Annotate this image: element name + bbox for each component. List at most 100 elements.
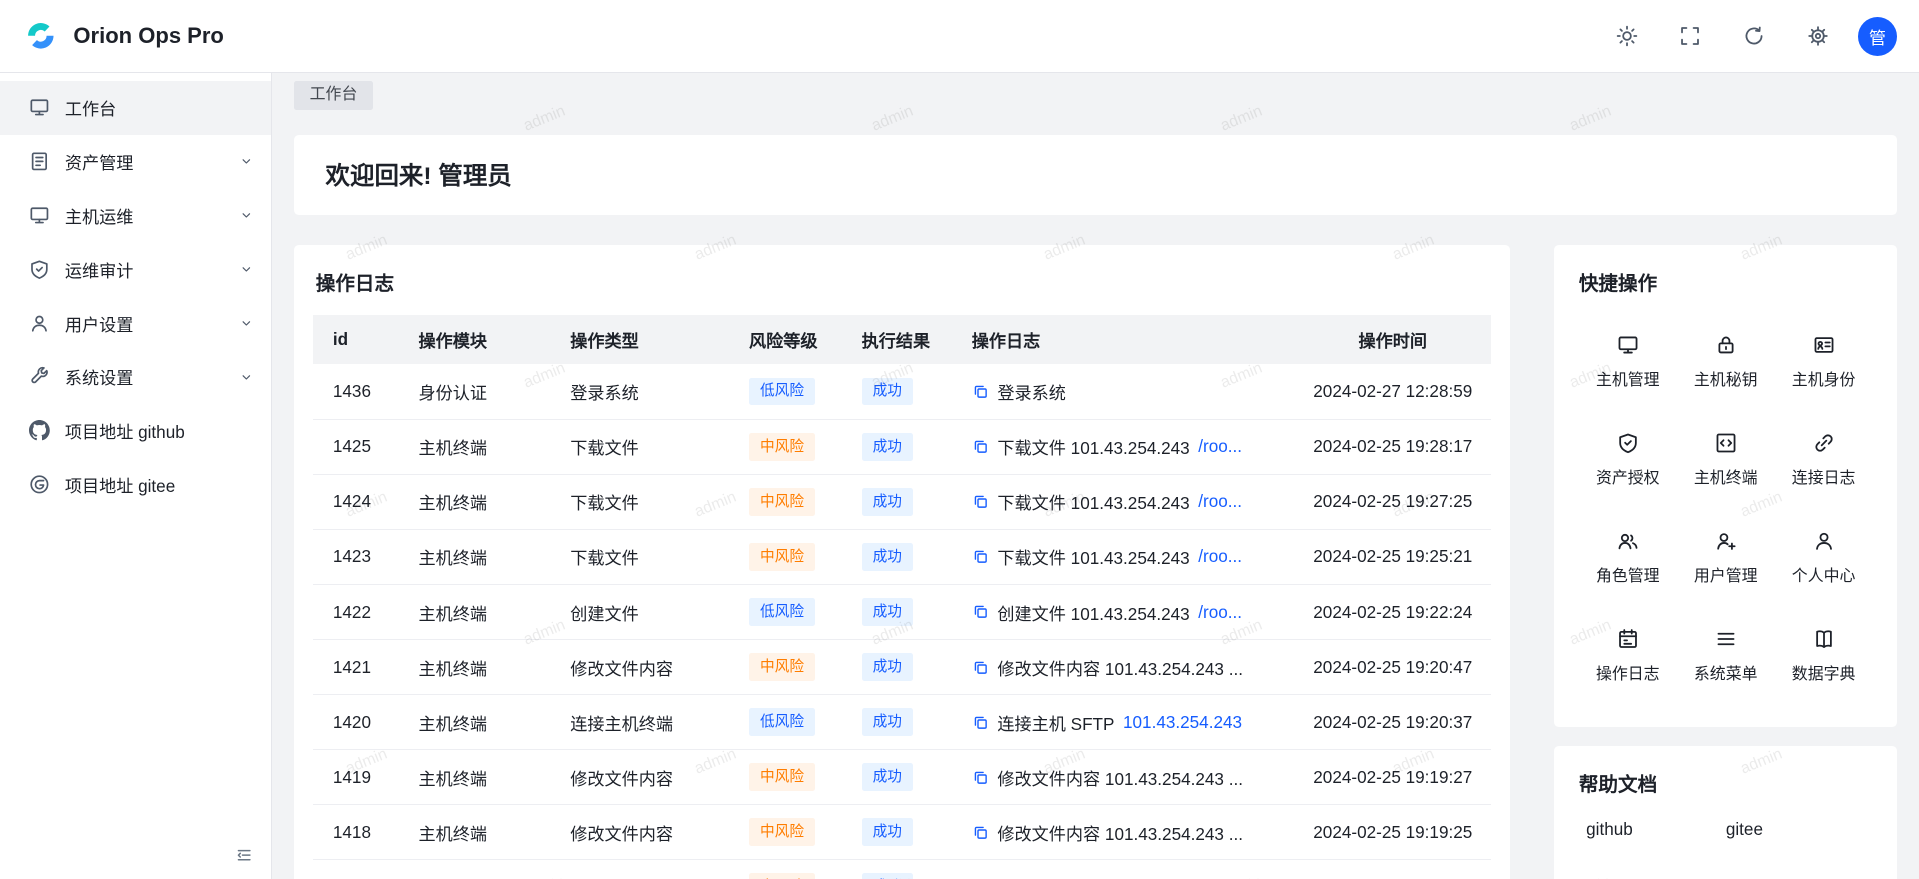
quick-action-data-dict[interactable]: 数据字典 bbox=[1775, 607, 1873, 705]
quick-action-host-identity[interactable]: 主机身份 bbox=[1775, 313, 1873, 411]
quick-action-connect-log[interactable]: 连接日志 bbox=[1775, 411, 1873, 509]
sidebar-item-system-settings[interactable]: 系统设置 bbox=[0, 350, 271, 404]
collapse-sidebar-button[interactable] bbox=[235, 846, 253, 864]
refresh-button[interactable] bbox=[1743, 25, 1765, 47]
log-link[interactable]: /roo... bbox=[1198, 602, 1242, 623]
cell-module: 主机终端 bbox=[399, 640, 551, 695]
cell-risk: 中风险 bbox=[729, 474, 842, 529]
column-header: 操作时间 bbox=[1295, 315, 1491, 364]
risk-badge: 中风险 bbox=[749, 433, 815, 461]
log-link[interactable]: /roo... bbox=[1198, 491, 1242, 512]
quick-action-role-manage[interactable]: 角色管理 bbox=[1579, 509, 1677, 607]
sidebar-item-host-ops[interactable]: 主机运维 bbox=[0, 188, 271, 242]
welcome-title: 欢迎回来! 管理员 bbox=[326, 157, 512, 192]
copy-icon[interactable] bbox=[972, 438, 989, 455]
cell-result: 成功 bbox=[842, 640, 952, 695]
sidebar-item-gitee[interactable]: 项目地址 gitee bbox=[0, 458, 271, 512]
cell-result: 成功 bbox=[842, 419, 952, 474]
app-title: Orion Ops Pro bbox=[73, 23, 223, 49]
fullscreen-button[interactable] bbox=[1679, 25, 1701, 47]
cell-risk: 中风险 bbox=[729, 860, 842, 879]
copy-icon[interactable] bbox=[972, 769, 989, 786]
copy-icon[interactable] bbox=[972, 714, 989, 731]
cell-log: 创建文件 101.43.254.243 /roo... bbox=[952, 585, 1295, 640]
quick-action-operation-log[interactable]: 操作日志 bbox=[1579, 607, 1677, 705]
result-badge: 成功 bbox=[862, 433, 913, 461]
cell-id: 1419 bbox=[313, 750, 399, 805]
cell-id: 1420 bbox=[313, 695, 399, 750]
quick-action-label: 个人中心 bbox=[1792, 563, 1856, 586]
tab-workbench[interactable]: 工作台 bbox=[294, 81, 374, 109]
copy-icon[interactable] bbox=[972, 383, 989, 400]
log-link[interactable]: /roo... bbox=[1198, 546, 1242, 567]
cell-time: 2024-02-25 19:25:21 bbox=[1295, 529, 1491, 584]
cell-log: 下载文件 101.43.254.243 /roo... bbox=[952, 529, 1295, 584]
sidebar-item-asset-management[interactable]: 资产管理 bbox=[0, 135, 271, 189]
cell-module: 身份认证 bbox=[399, 364, 551, 419]
header-action-group bbox=[1616, 25, 1829, 47]
cell-log: 修改文件内容 101.43.254.243 ... bbox=[952, 640, 1295, 695]
gear-icon bbox=[1807, 25, 1829, 47]
cell-risk: 低风险 bbox=[729, 364, 842, 419]
user-avatar[interactable]: 管 bbox=[1858, 17, 1897, 56]
sidebar-item-label: 项目地址 gitee bbox=[65, 472, 254, 497]
quick-action-host-manage[interactable]: 主机管理 bbox=[1579, 313, 1677, 411]
calendar-icon bbox=[1617, 628, 1639, 650]
cell-risk: 中风险 bbox=[729, 419, 842, 474]
copy-icon[interactable] bbox=[972, 824, 989, 841]
log-link[interactable]: 101.43.254.243 bbox=[1123, 712, 1242, 733]
quick-action-label: 用户管理 bbox=[1694, 563, 1758, 586]
sidebar-item-ops-audit[interactable]: 运维审计 bbox=[0, 242, 271, 296]
quick-action-personal-center[interactable]: 个人中心 bbox=[1775, 509, 1873, 607]
brand: Orion Ops Pro bbox=[20, 15, 224, 57]
sun-icon bbox=[1616, 25, 1638, 47]
cell-module: 主机终端 bbox=[399, 695, 551, 750]
table-row: 1422 主机终端 创建文件 低风险 成功 创建文件 101.43.254.24… bbox=[313, 585, 1490, 640]
risk-badge: 低风险 bbox=[749, 598, 815, 626]
log-text: 登录系统 bbox=[997, 379, 1066, 404]
cell-type: 下载文件 bbox=[551, 474, 730, 529]
copy-icon[interactable] bbox=[972, 659, 989, 676]
result-badge: 成功 bbox=[862, 873, 913, 878]
quick-action-host-terminal[interactable]: 主机终端 bbox=[1677, 411, 1775, 509]
main-row: 操作日志 id操作模块操作类型风险等级执行结果操作日志操作时间 1436 身份认… bbox=[272, 245, 1919, 879]
help-link-gitee[interactable]: gitee bbox=[1726, 819, 1763, 840]
sidebar-item-github[interactable]: 项目地址 github bbox=[0, 404, 271, 458]
risk-badge: 低风险 bbox=[749, 378, 815, 406]
chevron-down-icon bbox=[239, 208, 254, 223]
lock-icon bbox=[1715, 334, 1737, 356]
operation-log-card: 操作日志 id操作模块操作类型风险等级执行结果操作日志操作时间 1436 身份认… bbox=[294, 245, 1511, 879]
sidebar-item-label: 主机运维 bbox=[65, 203, 224, 228]
help-link-github[interactable]: github bbox=[1586, 819, 1633, 840]
table-row: 1420 主机终端 连接主机终端 低风险 成功 连接主机 SFTP 101.43… bbox=[313, 695, 1490, 750]
theme-toggle-button[interactable] bbox=[1616, 25, 1638, 47]
operation-log-table: id操作模块操作类型风险等级执行结果操作日志操作时间 1436 身份认证 登录系… bbox=[313, 315, 1490, 878]
column-header: id bbox=[313, 315, 399, 364]
cell-type: 修改文件内容 bbox=[551, 860, 730, 879]
column-header: 执行结果 bbox=[842, 315, 952, 364]
risk-badge: 中风险 bbox=[749, 543, 815, 571]
settings-button[interactable] bbox=[1807, 25, 1829, 47]
help-docs-title: 帮助文档 bbox=[1579, 768, 1873, 797]
user-icon bbox=[1813, 530, 1835, 552]
sidebar-item-workbench[interactable]: 工作台 bbox=[0, 81, 271, 135]
cell-risk: 低风险 bbox=[729, 695, 842, 750]
cell-time: 2024-02-25 19:20:47 bbox=[1295, 640, 1491, 695]
copy-icon[interactable] bbox=[972, 548, 989, 565]
quick-action-system-menu[interactable]: 系统菜单 bbox=[1677, 607, 1775, 705]
copy-icon[interactable] bbox=[972, 603, 989, 620]
sidebar-item-label: 工作台 bbox=[65, 95, 254, 120]
quick-action-asset-grant[interactable]: 资产授权 bbox=[1579, 411, 1677, 509]
cell-type: 下载文件 bbox=[551, 529, 730, 584]
quick-action-host-key[interactable]: 主机秘钥 bbox=[1677, 313, 1775, 411]
user-icon bbox=[29, 313, 50, 334]
copy-icon[interactable] bbox=[972, 493, 989, 510]
quick-action-user-manage[interactable]: 用户管理 bbox=[1677, 509, 1775, 607]
sidebar-item-user-settings[interactable]: 用户设置 bbox=[0, 296, 271, 350]
cell-module: 主机终端 bbox=[399, 750, 551, 805]
log-link[interactable]: /roo... bbox=[1198, 436, 1242, 457]
cell-log: 修改文件内容 101.43.254.243 ... bbox=[952, 860, 1295, 879]
app-logo-icon bbox=[20, 15, 62, 57]
help-links: github gitee bbox=[1579, 819, 1873, 840]
sidebar-item-label: 运维审计 bbox=[65, 257, 224, 282]
